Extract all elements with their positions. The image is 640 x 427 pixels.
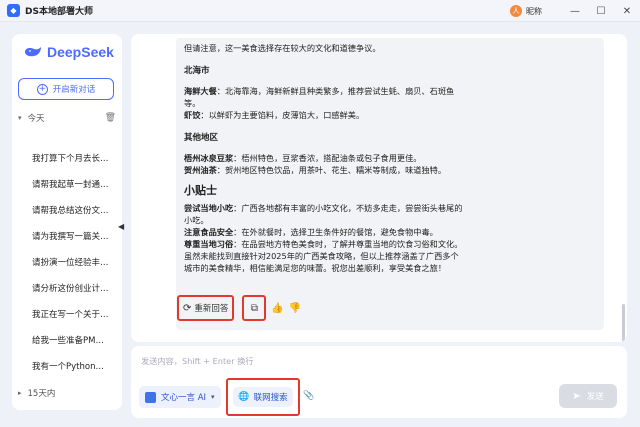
app-logo-icon: ◆ bbox=[7, 4, 20, 17]
message-line: 虾饺：以鲜虾为主要馅料，皮薄馅大，口感鲜美。 bbox=[184, 110, 365, 120]
regenerate-button[interactable]: ⟳ 重新回答 bbox=[177, 295, 235, 321]
input-panel: 发送内容，Shift + Enter 换行 文心一言 AI ▾ 🌐 联网搜索 📎… bbox=[131, 346, 627, 418]
history-item[interactable]: 我打算下个月去长… bbox=[32, 146, 120, 172]
message-line: 贺州油茶：贺州地区特色饮品，用茶叶、花生、糯米等制成，味道独特。 bbox=[184, 165, 447, 175]
deepseek-whale-icon bbox=[25, 47, 41, 57]
thumbs-down-icon[interactable]: 👎 bbox=[289, 303, 301, 314]
message-line: 城市的美食精华，相信能满足您的味蕾。祝您出差顺利，享受美食之旅！ bbox=[184, 263, 447, 273]
send-label: 发送 bbox=[586, 392, 604, 402]
web-search-button[interactable]: 🌐 联网搜索 bbox=[233, 387, 293, 407]
message-text: 但请注意，这一美食选择存在较大的文化和道德争议。 bbox=[184, 43, 381, 53]
copy-icon: ⧉ bbox=[250, 302, 258, 314]
history-item[interactable]: 我正在写一个关于… bbox=[32, 302, 120, 328]
history-item[interactable]: 我有一个Python… bbox=[32, 354, 120, 380]
plus-icon: + bbox=[36, 83, 48, 95]
section-heading: 其他地区 bbox=[184, 133, 219, 143]
attachment-icon[interactable]: 📎 bbox=[303, 391, 314, 401]
trash-icon[interactable]: 🗑 bbox=[105, 113, 116, 123]
minimize-button[interactable]: — bbox=[562, 0, 588, 22]
group-today[interactable]: ▾ 今天 🗑 bbox=[18, 112, 116, 124]
close-button[interactable]: ✕ bbox=[614, 0, 640, 22]
collapse-sidebar-icon[interactable]: ◀ bbox=[118, 222, 126, 236]
message-line: 小吃。 bbox=[184, 215, 209, 225]
title-bar: ◆ DS本地部署大师 人 昵称 — ☐ ✕ bbox=[0, 0, 640, 22]
message-line: 尊重当地习俗：在品尝地方特色美食时，了解并尊重当地的饮食习俗和文化。 bbox=[184, 239, 463, 249]
sidebar: DeepSeek + 开启新对话 ▾ 今天 🗑 我打算下个月去长… 请帮我起草一… bbox=[12, 34, 122, 410]
section-heading-large: 小贴士 bbox=[184, 184, 217, 197]
history-item[interactable]: 请分析这份创业计… bbox=[32, 276, 120, 302]
model-label: 文心一言 AI bbox=[161, 393, 207, 403]
history-item[interactable]: 请帮我起草一封通… bbox=[32, 172, 120, 198]
chevron-down-icon: ▾ bbox=[18, 114, 22, 122]
message-line: 海鲜大餐：北海靠海，海鲜新鲜且种类繁多，推荐尝试生蚝、扇贝、石斑鱼 bbox=[184, 86, 455, 96]
brand: DeepSeek bbox=[24, 44, 114, 60]
brand-name: DeepSeek bbox=[47, 44, 114, 60]
maximize-button[interactable]: ☐ bbox=[588, 0, 614, 22]
send-button[interactable]: ➤ 发送 bbox=[559, 384, 617, 408]
scrollbar[interactable] bbox=[622, 304, 625, 342]
refresh-icon: ⟳ bbox=[183, 302, 192, 314]
globe-icon: 🌐 bbox=[238, 392, 250, 402]
chevron-down-icon: ▾ bbox=[211, 393, 215, 401]
history-item[interactable]: 请为我撰写一篇关… bbox=[32, 224, 120, 250]
group-today-label: 今天 bbox=[27, 114, 45, 124]
history-item[interactable]: 请帮我总结这份文… bbox=[32, 198, 120, 224]
new-chat-label: 开启新对话 bbox=[52, 85, 96, 95]
app-title: DS本地部署大师 bbox=[25, 7, 93, 17]
history-item[interactable]: 请扮演一位经验丰… bbox=[32, 250, 120, 276]
message-actions: ⟳ 重新回答 ⧉ 👍 👎 bbox=[177, 295, 301, 321]
message-line: 虽然未能找到直接针对2025年的广西美食攻略，但以上推荐涵盖了广西多个 bbox=[184, 251, 459, 261]
assistant-message: 但请注意，这一美食选择存在较大的文化和道德争议。 北海市 海鲜大餐：北海靠海，海… bbox=[176, 38, 604, 330]
web-search-highlight: 🌐 联网搜索 bbox=[226, 378, 300, 416]
thumbs-up-icon[interactable]: 👍 bbox=[271, 303, 283, 314]
group-15-days-label: 15天内 bbox=[27, 389, 56, 399]
message-line: 尝试当地小吃：广西各地都有丰富的小吃文化，不妨多走走，尝尝街头巷尾的 bbox=[184, 203, 463, 213]
history-item[interactable]: 给我一些准备PM… bbox=[32, 328, 120, 354]
model-select[interactable]: 文心一言 AI ▾ bbox=[139, 386, 221, 408]
message-input[interactable]: 发送内容，Shift + Enter 换行 bbox=[141, 355, 254, 367]
user-avatar[interactable]: 人 bbox=[510, 5, 522, 17]
regenerate-label: 重新回答 bbox=[194, 304, 229, 314]
title-bar-controls: 人 昵称 — ☐ ✕ bbox=[510, 0, 640, 22]
group-15-days[interactable]: ▸ 15天内 bbox=[18, 387, 55, 399]
section-heading: 北海市 bbox=[184, 66, 210, 76]
send-icon: ➤ bbox=[572, 390, 581, 402]
message-line: 梧州冰泉豆浆：梧州特色，豆浆香浓，搭配油条或包子食用更佳。 bbox=[184, 153, 422, 163]
copy-button[interactable]: ⧉ bbox=[242, 295, 267, 321]
message-line: 等。 bbox=[184, 98, 201, 108]
user-name[interactable]: 昵称 bbox=[526, 6, 542, 17]
web-search-label: 联网搜索 bbox=[253, 393, 288, 403]
chevron-right-icon: ▸ bbox=[18, 389, 22, 397]
history-list: 我打算下个月去长… 请帮我起草一封通… 请帮我总结这份文… 请为我撰写一篇关… … bbox=[32, 146, 120, 380]
model-icon bbox=[145, 391, 156, 403]
message-line: 注意食品安全：在外就餐时，选择卫生条件好的餐馆，避免食物中毒。 bbox=[184, 227, 438, 237]
new-chat-button[interactable]: + 开启新对话 bbox=[18, 78, 114, 100]
